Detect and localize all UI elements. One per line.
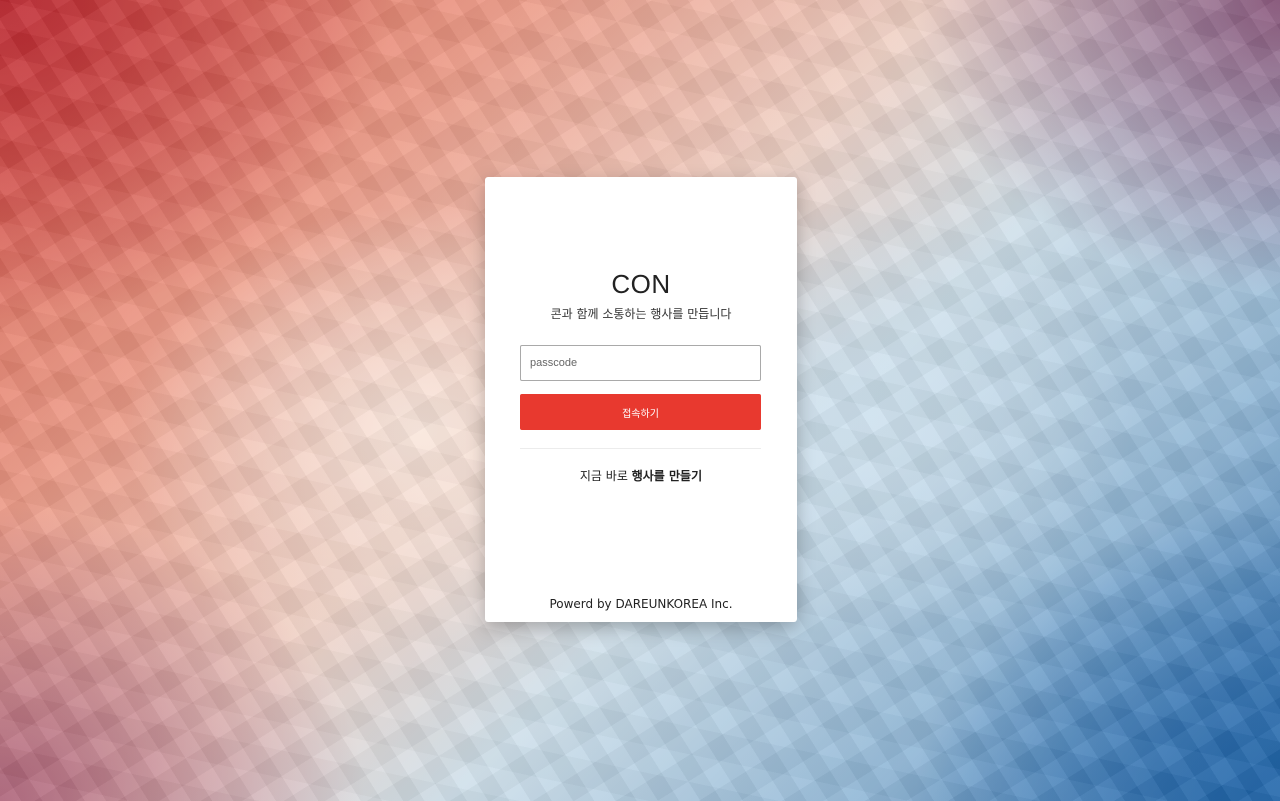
create-event-emphasis: 행사를 만들기: [631, 469, 703, 483]
login-card: CON 콘과 함께 소통하는 행사를 만듭니다 접속하기 지금 바로 행사를 만…: [485, 177, 797, 622]
passcode-input[interactable]: [520, 345, 761, 381]
create-event-link[interactable]: 지금 바로 행사를 만들기: [485, 467, 797, 484]
footer-credit: Powerd by DAREUNKOREA Inc.: [549, 597, 733, 611]
create-event-prefix: 지금 바로: [579, 469, 632, 483]
connect-button[interactable]: 접속하기: [520, 394, 761, 430]
divider: [520, 448, 761, 449]
app-subtitle: 콘과 함께 소통하는 행사를 만듭니다: [550, 307, 732, 321]
app-title: CON: [611, 269, 671, 299]
